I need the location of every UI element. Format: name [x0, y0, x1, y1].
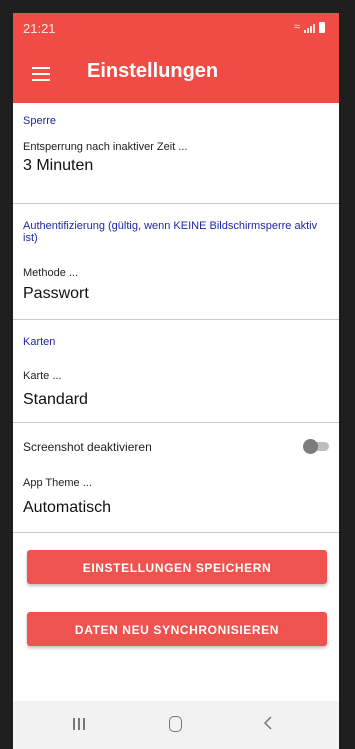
section-heading-karten: Karten: [23, 336, 56, 348]
back-icon[interactable]: [261, 713, 275, 733]
save-settings-button[interactable]: EINSTELLUNGEN SPEICHERN: [27, 550, 327, 584]
toggle-thumb: [303, 439, 318, 454]
wifi-icon: ≈: [293, 21, 300, 33]
setting-label-map: Karte ...: [23, 370, 62, 382]
phone-frame: 21:21 ≈ Einstellungen Sperre Entsperrung…: [0, 0, 355, 749]
divider: [13, 203, 339, 204]
section-heading-auth: Authentifizierung (gültig, wenn KEINE Bi…: [23, 220, 318, 244]
android-nav-bar: [13, 701, 339, 749]
status-icons: ≈: [294, 21, 325, 33]
status-time: 21:21: [23, 21, 56, 36]
screen: 21:21 ≈ Einstellungen Sperre Entsperrung…: [13, 13, 339, 749]
screenshot-toggle[interactable]: [303, 439, 331, 454]
battery-icon: [319, 22, 325, 33]
setting-value-app-theme: Automatisch: [23, 499, 112, 516]
setting-value-map: Standard: [23, 391, 88, 408]
divider: [13, 319, 339, 320]
setting-label-screenshot: Screenshot deaktivieren: [23, 440, 152, 454]
status-bar: 21:21 ≈: [13, 13, 339, 43]
setting-label-unlock-timeout: Entsperrung nach inaktiver Zeit ...: [23, 141, 188, 153]
signal-icon: [304, 23, 315, 33]
resync-data-button[interactable]: DATEN NEU SYNCHRONISIEREN: [27, 612, 327, 646]
app-bar: Einstellungen: [13, 43, 339, 103]
setting-label-app-theme: App Theme ...: [23, 477, 92, 489]
hamburger-menu-icon[interactable]: [32, 67, 50, 81]
setting-value-auth-method: Passwort: [23, 285, 89, 302]
divider: [13, 422, 339, 423]
recents-icon[interactable]: [72, 717, 86, 731]
setting-value-unlock-timeout: 3 Minuten: [23, 157, 94, 174]
setting-label-auth-method: Methode ...: [23, 267, 79, 279]
home-icon[interactable]: [169, 716, 182, 732]
page-title: Einstellungen: [87, 60, 219, 82]
divider: [13, 532, 339, 533]
section-heading-sperre: Sperre: [23, 115, 57, 127]
